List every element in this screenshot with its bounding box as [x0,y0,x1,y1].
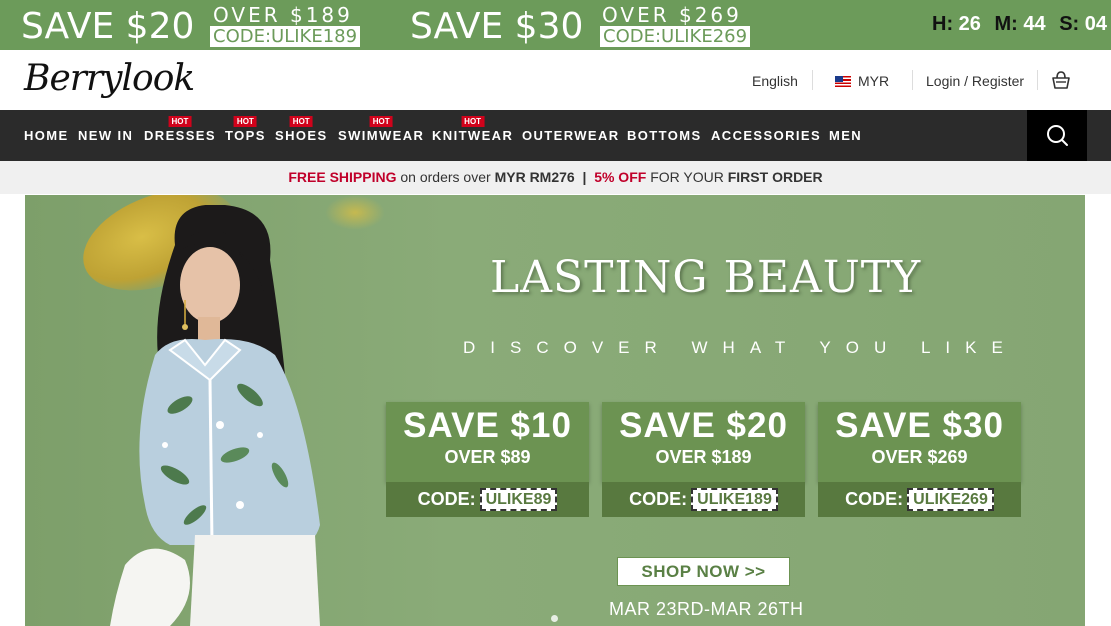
carousel-dot[interactable] [551,615,558,622]
promo-save-20: SAVE $20 [21,6,195,47]
hot-badge: HOT [289,116,313,127]
promo-save-30: SAVE $30 [410,6,584,47]
hero-banner[interactable]: LASTING BEAUTY DISCOVER WHAT YOU LIKE SA… [25,195,1085,626]
nav-item-shoes[interactable]: HOT SHOES [275,116,328,143]
coupon-amount: SAVE $10 [403,406,572,445]
site-header: Berrylook English MYR Login / Register [0,50,1111,110]
malaysia-flag-icon [835,76,851,87]
nav-item-dresses[interactable]: HOT DRESSES [144,116,216,143]
hot-badge: HOT [233,116,257,127]
header-divider [1037,70,1038,90]
nav-item-men[interactable]: MEN [829,128,862,143]
free-shipping-text: FREE SHIPPING [288,169,397,185]
promo-dates: MAR 23RD-MAR 26TH [609,599,804,619]
nav-label: MEN [829,128,863,143]
nav-item-knitwear[interactable]: HOT KNITWEAR [432,116,514,143]
model-image [110,205,320,626]
coupon-top: SAVE $10 OVER $89 [386,402,589,482]
brand-logo[interactable]: Berrylook [24,58,195,99]
orders-over-text: on orders over [400,169,491,185]
nav-label: BOTTOMS [627,128,702,143]
timer-seconds-label: S: [1059,13,1080,35]
nav-item-new-in[interactable]: NEW IN [78,128,133,143]
search-icon [1047,125,1068,146]
nav-label: KNITWEAR [432,128,514,143]
countdown-timer: H: 26 M: 44 S: 04 [932,13,1107,36]
timer-minutes-value: 44 [1023,13,1046,35]
nav-label: ACCESSORIES [711,128,822,143]
promo-over-189: OVER $189 [213,3,353,27]
coupon-code-label: CODE: [629,489,688,509]
main-nav: HOME NEW IN HOT DRESSES HOT TOPS HOT SHOES … [0,110,1111,161]
shop-now-button[interactable]: SHOP NOW >> [617,557,790,586]
header-divider [912,70,913,90]
coupon-code-row: CODE: ULIKE269 [818,482,1021,517]
nav-label: DRESSES [144,128,216,143]
coupon-threshold: OVER $269 [871,447,968,467]
coupon-code-label: CODE: [417,489,476,509]
first-order-text: FIRST ORDER [727,169,823,185]
strip-separator: | [582,169,587,185]
timer-seconds-value: 04 [1084,13,1107,35]
currency-selector[interactable]: MYR [835,73,889,89]
nav-label: TOPS [225,128,266,143]
shipping-threshold: MYR RM276 [494,169,575,185]
search-button[interactable] [1027,110,1087,161]
coupon-threshold: OVER $189 [655,447,752,467]
hot-badge: HOT [461,116,485,127]
nav-label: OUTERWEAR [522,128,620,143]
coupon-amount: SAVE $20 [619,406,788,445]
nav-label: SHOES [275,128,328,143]
coupon-code[interactable]: ULIKE89 [479,488,558,511]
shopping-bag-icon[interactable] [1051,71,1071,89]
hot-badge: HOT [168,116,192,127]
hero-subtitle: DISCOVER WHAT YOU LIKE [463,338,1018,357]
promo-topbar[interactable]: SAVE $20 OVER $189 CODE:ULIKE189 SAVE $3… [0,0,1111,50]
timer-hours-label: H: [932,13,954,35]
hot-badge: HOT [369,116,393,127]
nav-item-tops[interactable]: HOT TOPS [225,116,266,143]
nav-item-accessories[interactable]: ACCESSORIES [711,128,821,143]
coupon-card[interactable]: SAVE $10 OVER $89 CODE: ULIKE89 [386,402,589,517]
nav-label: SWIMWEAR [338,128,425,143]
nav-item-swimwear[interactable]: HOT SWIMWEAR [338,116,425,143]
nav-item-bottoms[interactable]: BOTTOMS [627,128,702,143]
promo-code-ulike269: CODE:ULIKE269 [600,26,751,47]
discount-text: 5% OFF [594,169,647,185]
promo-over-269: OVER $269 [602,3,742,27]
coupon-code-row: CODE: ULIKE189 [602,482,805,517]
nav-item-home[interactable]: HOME [24,128,69,143]
nav-label: HOME [24,128,69,143]
nav-label: NEW IN [78,128,134,143]
coupon-code-label: CODE: [845,489,904,509]
coupon-amount: SAVE $30 [835,406,1004,445]
for-your-text: FOR YOUR [650,169,724,185]
coupon-top: SAVE $30 OVER $269 [818,402,1021,482]
promo-code-ulike189: CODE:ULIKE189 [210,26,361,47]
nav-item-outerwear[interactable]: OUTERWEAR [522,128,620,143]
hero-title: LASTING BEAUTY [490,252,922,303]
currency-label: MYR [858,73,890,89]
free-shipping-banner: FREE SHIPPING on orders over MYR RM276 |… [0,161,1111,194]
coupon-code[interactable]: ULIKE189 [691,488,778,511]
login-register-link[interactable]: Login / Register [926,73,1024,89]
coupon-top: SAVE $20 OVER $189 [602,402,805,482]
header-divider [812,70,813,90]
timer-hours-value: 26 [958,13,981,35]
coupon-card[interactable]: SAVE $30 OVER $269 CODE: ULIKE269 [818,402,1021,517]
coupon-code[interactable]: ULIKE269 [907,488,994,511]
timer-minutes-label: M: [994,13,1018,35]
language-selector[interactable]: English [752,73,798,89]
coupon-card[interactable]: SAVE $20 OVER $189 CODE: ULIKE189 [602,402,805,517]
coupon-code-row: CODE: ULIKE89 [386,482,589,517]
coupon-threshold: OVER $89 [444,447,531,467]
